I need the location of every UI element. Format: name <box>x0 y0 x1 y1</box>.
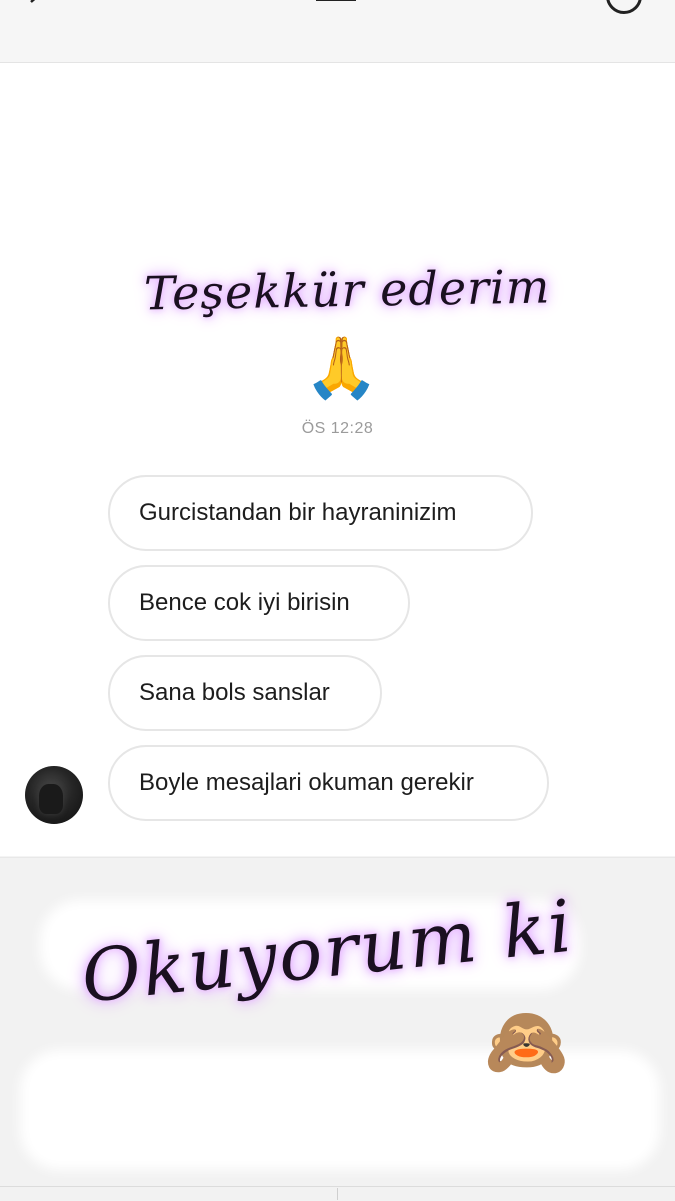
divider <box>0 1186 675 1187</box>
praying-hands-icon: 🙏 <box>304 334 379 401</box>
message-text: Bence cok iyi birisin <box>139 589 350 616</box>
info-icon[interactable] <box>606 0 642 14</box>
message-bubble[interactable]: Bence cok iyi birisin <box>108 565 410 641</box>
message-text: Gurcistandan bir hayraninizim <box>139 499 457 526</box>
divider <box>337 1188 338 1200</box>
chat-thread[interactable] <box>0 63 675 856</box>
message-text: Sana bols sanslar <box>139 679 330 706</box>
chat-header <box>0 0 675 63</box>
sender-avatar[interactable] <box>25 766 83 824</box>
message-bubble[interactable]: Gurcistandan bir hayraninizim <box>108 475 533 551</box>
see-no-evil-monkey-icon: 🙈 <box>484 1004 569 1080</box>
chevron-left-icon[interactable] <box>28 0 42 6</box>
video-call-icon[interactable] <box>316 0 356 4</box>
overlay-thanks-text: Teşekkür ederim <box>143 259 551 321</box>
message-bubble[interactable]: Sana bols sanslar <box>108 655 382 731</box>
message-text: Boyle mesajlari okuman gerekir <box>139 769 474 796</box>
message-timestamp: ÖS 12:28 <box>301 420 374 437</box>
message-bubble[interactable]: Boyle mesajlari okuman gerekir <box>108 745 549 821</box>
